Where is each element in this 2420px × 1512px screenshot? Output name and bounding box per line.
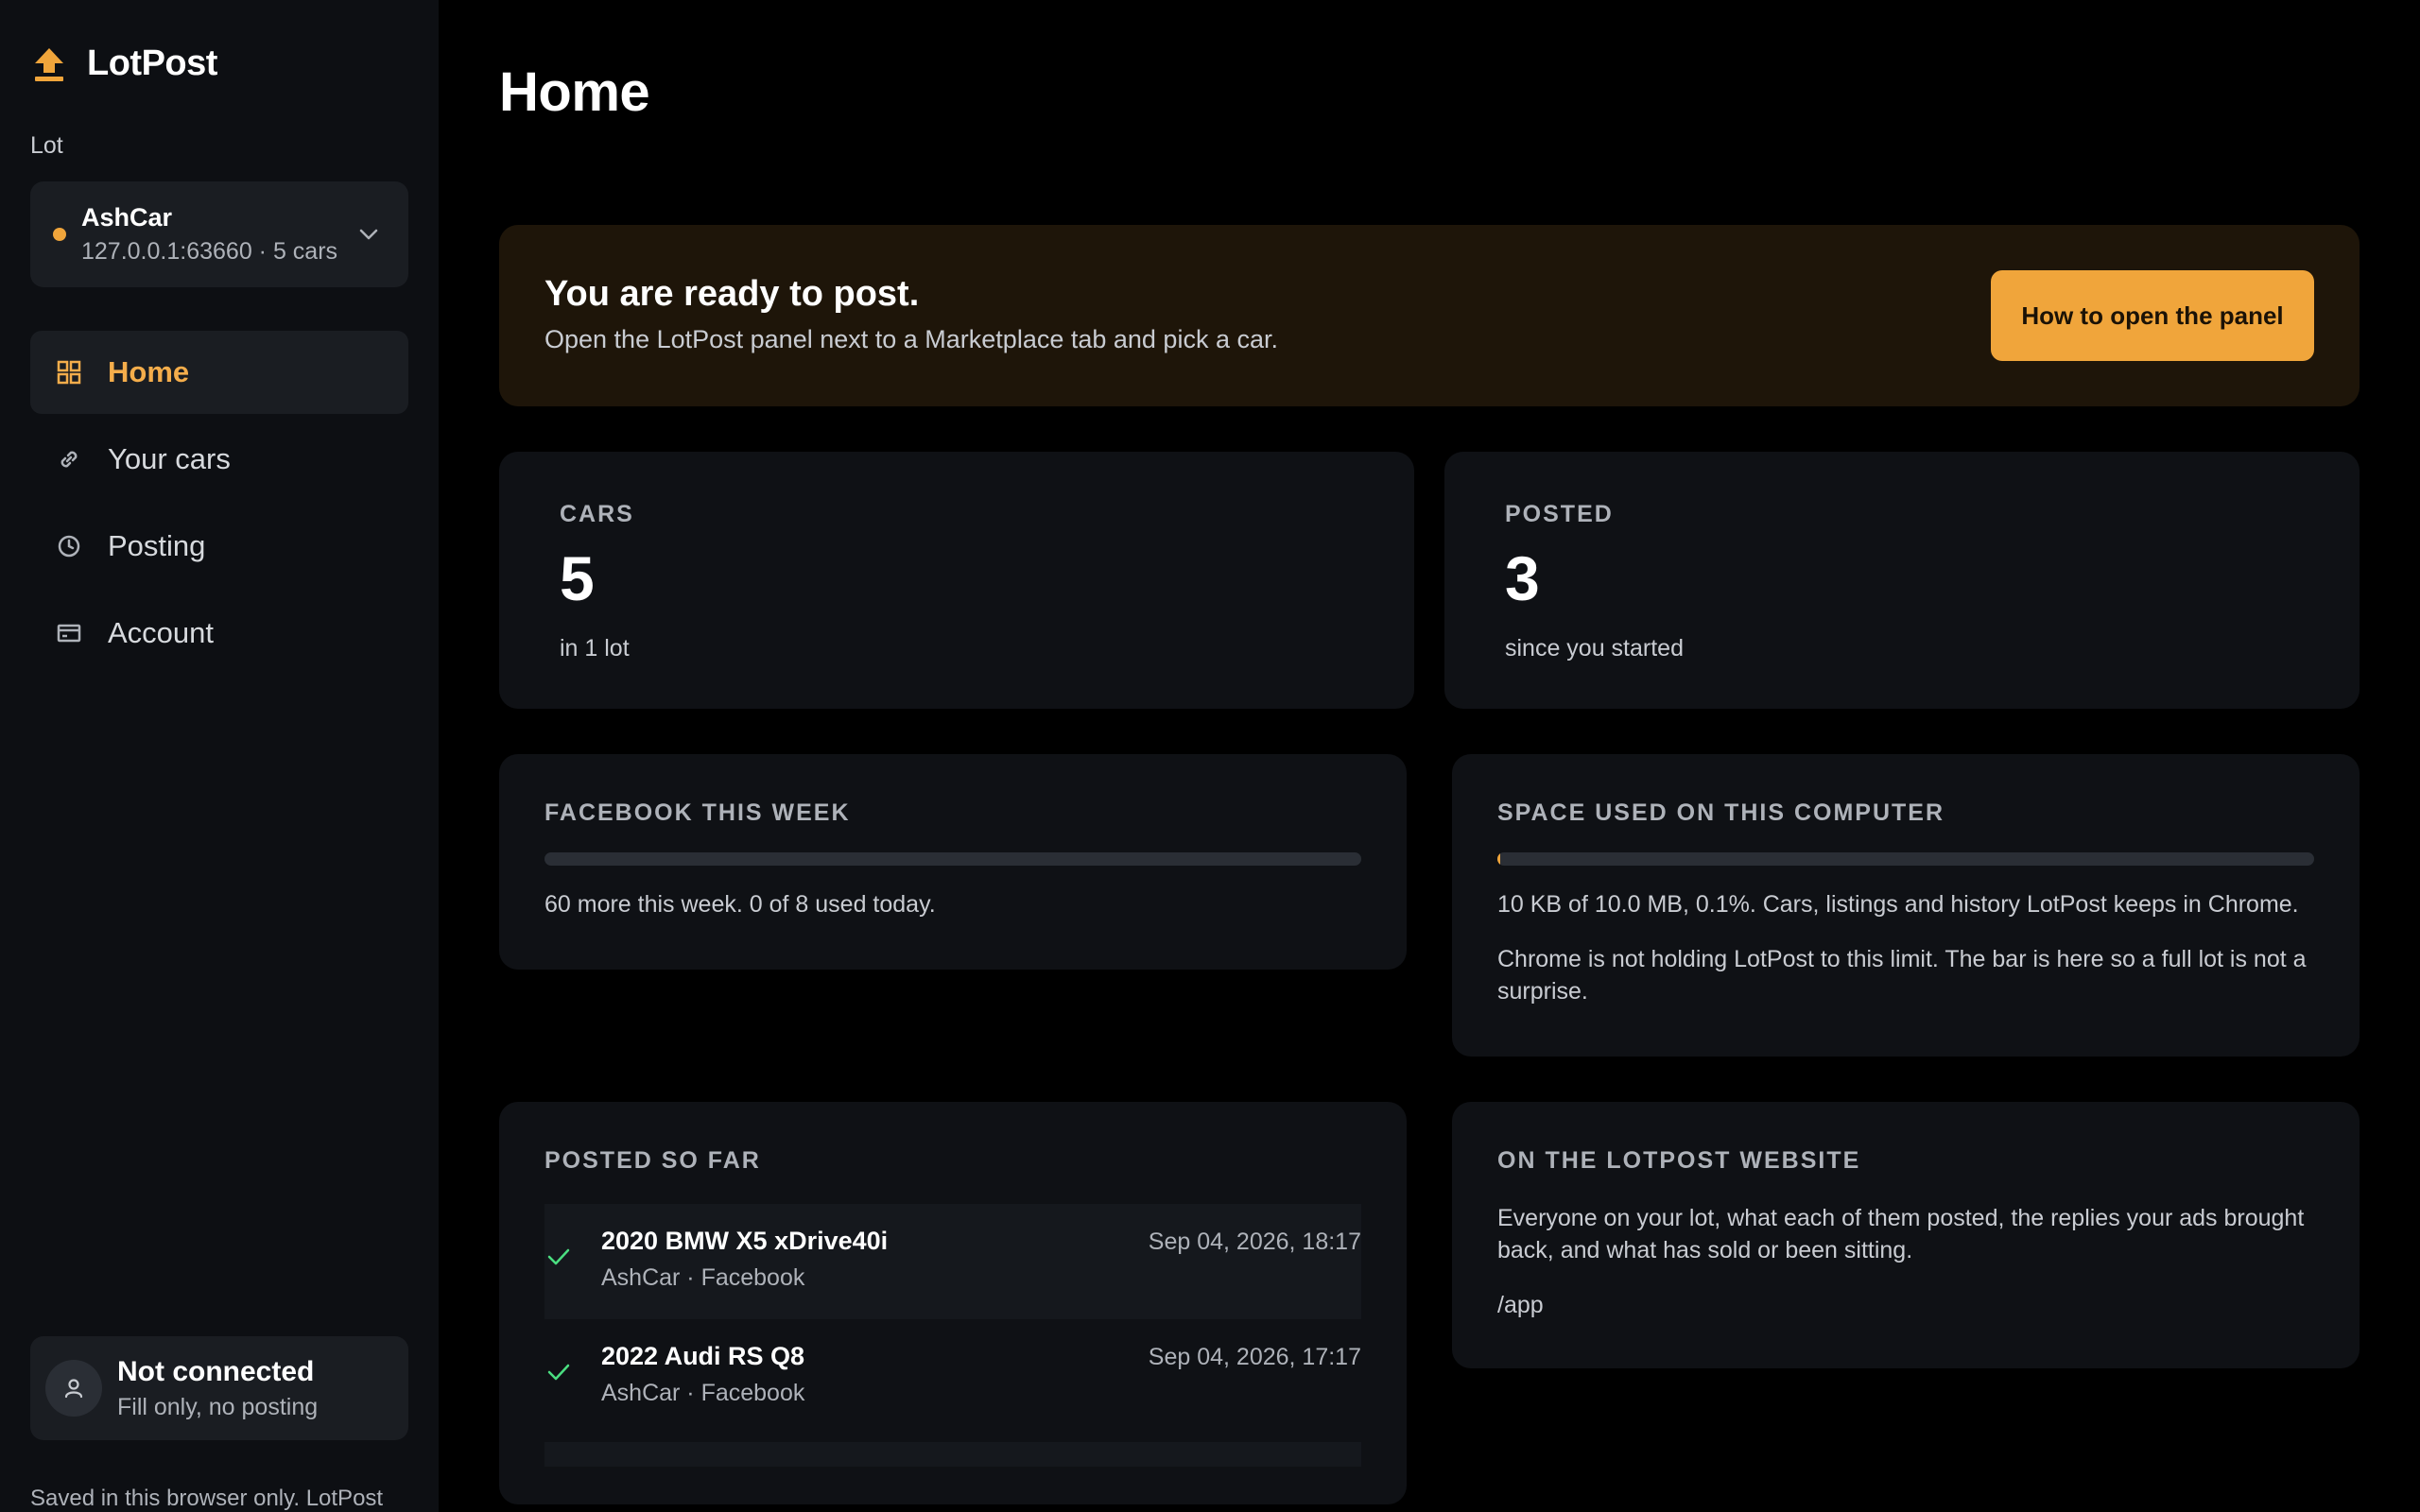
stat-sub: in 1 lot <box>560 635 630 662</box>
card-label: ON THE LOTPOST WEBSITE <box>1497 1147 1861 1174</box>
stat-label: POSTED <box>1505 501 1614 527</box>
stat-value: 3 <box>1505 543 1540 613</box>
connection-title: Not connected <box>117 1355 315 1387</box>
post-title: 2020 BMW X5 xDrive40i <box>601 1227 889 1255</box>
post-meta: AshCar · Facebook <box>601 1380 805 1406</box>
posted-so-far-card: POSTED SO FAR 2020 BMW X5 xDrive40i AshC… <box>499 1102 1407 1504</box>
saved-note: Saved in this browser only. LotPost <box>30 1486 384 1511</box>
card-label: POSTED SO FAR <box>544 1147 761 1174</box>
lot-meta: 127.0.0.1:63660 · 5 cars <box>81 238 338 265</box>
link-icon <box>55 445 83 473</box>
lot-status-dot <box>53 228 66 241</box>
post-time: Sep 04, 2026, 17:17 <box>1148 1344 1361 1370</box>
check-icon <box>544 1242 573 1270</box>
space-progress-fill <box>1497 852 1501 866</box>
how-to-open-panel-button[interactable]: How to open the panel <box>1991 270 2314 361</box>
list-item <box>544 1442 1361 1467</box>
lot-selector[interactable]: AshCar 127.0.0.1:63660 · 5 cars <box>30 181 408 287</box>
connection-subtitle: Fill only, no posting <box>117 1393 319 1420</box>
brand-name: LotPost <box>87 43 217 83</box>
clock-icon <box>55 532 83 560</box>
space-used-card: SPACE USED ON THIS COMPUTER 10 KB of 10.… <box>1452 754 2360 1057</box>
sidebar-item-label: Account <box>108 616 215 649</box>
check-icon <box>544 1357 573 1385</box>
sidebar-item-label: Posting <box>108 529 206 562</box>
sidebar-item-posting[interactable]: Posting <box>30 505 408 588</box>
card-label: SPACE USED ON THIS COMPUTER <box>1497 799 1945 826</box>
sidebar-item-label: Your cars <box>108 442 231 475</box>
banner-subtitle: Open the LotPost panel next to a Marketp… <box>544 325 1278 353</box>
facebook-usage-text: 60 more this week. 0 of 8 used today. <box>544 891 936 918</box>
facebook-week-card: FACEBOOK THIS WEEK 60 more this week. 0 … <box>499 754 1407 970</box>
post-meta: AshCar · Facebook <box>601 1264 805 1291</box>
website-path-link[interactable]: /app <box>1497 1289 1544 1321</box>
chevron-down-icon <box>354 219 384 249</box>
banner-title: You are ready to post. <box>544 274 920 314</box>
sidebar-item-home[interactable]: Home <box>30 331 408 414</box>
stat-sub: since you started <box>1505 635 1684 662</box>
grid-icon <box>55 358 83 387</box>
lot-label: Lot <box>30 132 63 159</box>
cars-stat-card: CARS 5 in 1 lot <box>499 452 1414 709</box>
lotpost-website-card: ON THE LOTPOST WEBSITE Everyone on your … <box>1452 1102 2360 1368</box>
page-title: Home <box>499 61 650 123</box>
card-label: FACEBOOK THIS WEEK <box>544 799 851 826</box>
posted-stat-card: POSTED 3 since you started <box>1444 452 2360 709</box>
space-progress-bar <box>1497 852 2314 866</box>
post-time: Sep 04, 2026, 18:17 <box>1148 1228 1361 1255</box>
list-item[interactable]: 2020 BMW X5 xDrive40i AshCar · Facebook … <box>544 1204 1361 1319</box>
website-description: Everyone on your lot, what each of them … <box>1497 1205 2305 1263</box>
card-icon <box>55 619 83 647</box>
sidebar-item-label: Home <box>108 355 190 388</box>
list-item[interactable]: 2022 Audi RS Q8 AshCar · Facebook Sep 04… <box>544 1319 1361 1435</box>
sidebar-nav: Home Your cars Posting Account <box>30 331 408 679</box>
post-title: 2022 Audi RS Q8 <box>601 1342 805 1370</box>
connection-status[interactable]: Not connected Fill only, no posting <box>30 1336 408 1440</box>
sidebar: LotPost Lot AshCar 127.0.0.1:63660 · 5 c… <box>0 0 439 1512</box>
posted-list: 2020 BMW X5 xDrive40i AshCar · Facebook … <box>544 1204 1361 1467</box>
stat-value: 5 <box>560 543 595 613</box>
stat-label: CARS <box>560 501 634 527</box>
lot-name: AshCar <box>81 203 173 232</box>
sidebar-item-account[interactable]: Account <box>30 592 408 675</box>
space-note: Chrome is not holding LotPost to this li… <box>1497 946 2307 1005</box>
brand[interactable]: LotPost <box>30 43 217 84</box>
upload-logo-icon <box>30 45 68 83</box>
facebook-progress-bar <box>544 852 1361 866</box>
sidebar-item-your-cars[interactable]: Your cars <box>30 418 408 501</box>
space-usage-text: 10 KB of 10.0 MB, 0.1%. Cars, listings a… <box>1497 891 2299 918</box>
user-icon <box>45 1360 102 1417</box>
ready-banner: You are ready to post. Open the LotPost … <box>499 225 2360 406</box>
